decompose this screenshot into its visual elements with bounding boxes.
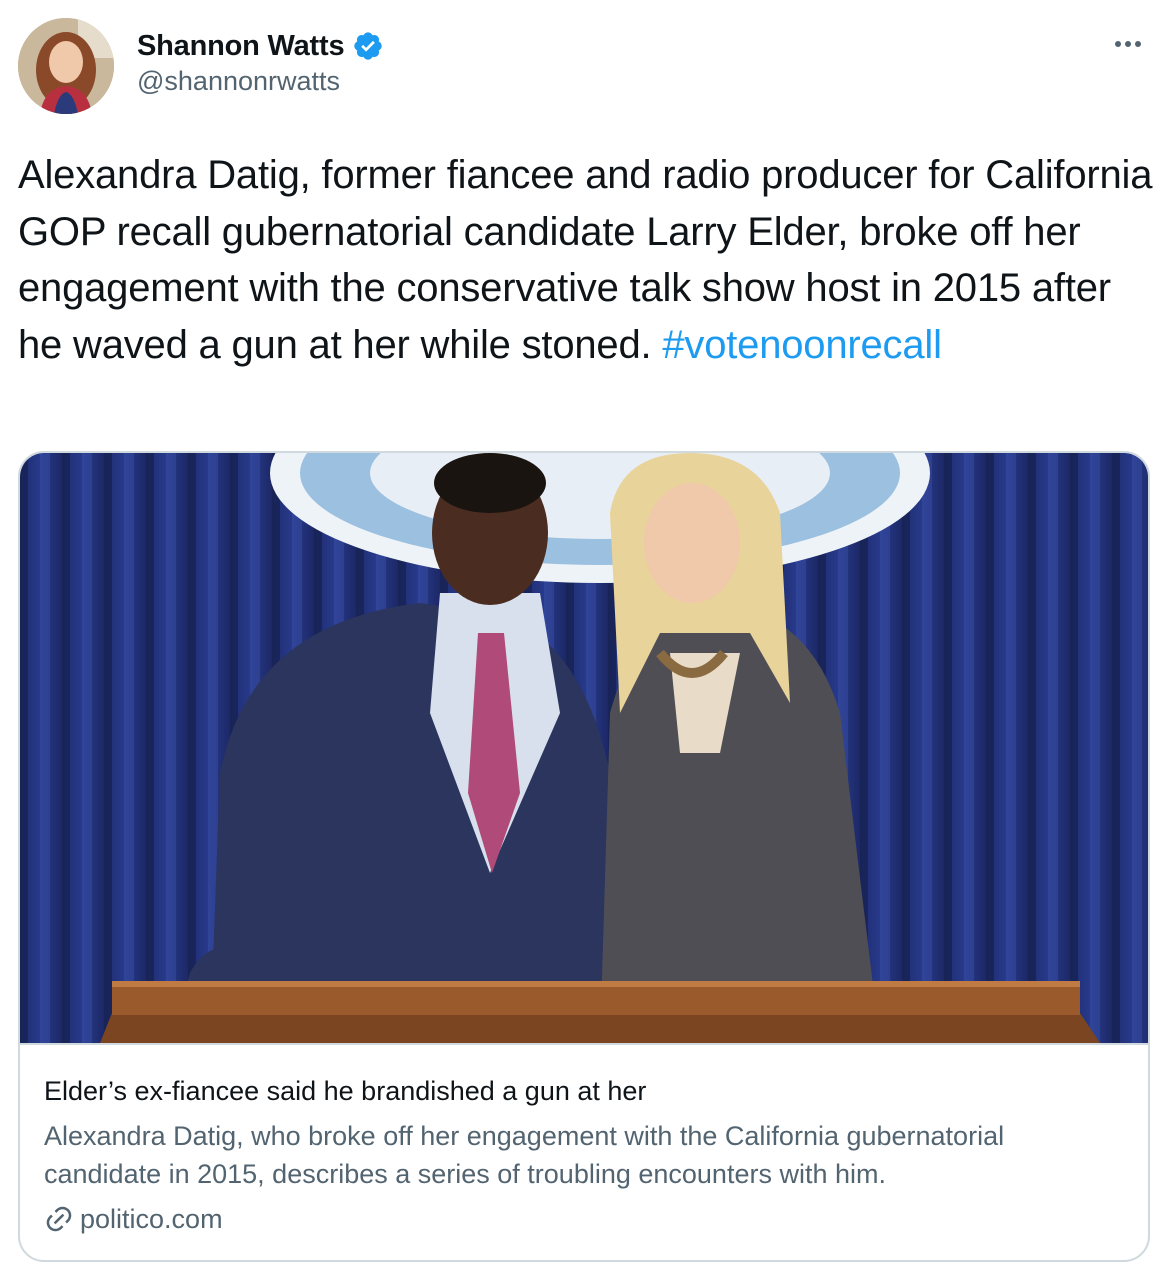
tweet-text: Alexandra Datig, former fiancee and radi… — [18, 147, 1153, 373]
more-options-button[interactable] — [1108, 24, 1148, 64]
tweet: Shannon Watts @shannonrwatts Alexandra D… — [0, 0, 1170, 1284]
link-preview-card[interactable]: Elder’s ex-fiancee said he brandished a … — [18, 451, 1150, 1262]
card-photo — [20, 453, 1148, 1043]
author-avatar[interactable] — [18, 18, 114, 114]
verified-badge-icon — [354, 32, 383, 60]
more-dot-icon — [1135, 41, 1141, 47]
more-dot-icon — [1115, 41, 1121, 47]
author-display-name[interactable]: Shannon Watts — [137, 30, 345, 63]
card-title[interactable]: Elder’s ex-fiancee said he brandished a … — [44, 1073, 1124, 1109]
card-domain[interactable]: politico.com — [80, 1204, 223, 1235]
more-dot-icon — [1125, 41, 1131, 47]
card-image[interactable] — [20, 453, 1148, 1043]
avatar-photo — [18, 18, 114, 114]
author-name-row[interactable]: Shannon Watts — [137, 26, 384, 66]
author-handle[interactable]: @shannonrwatts — [137, 66, 340, 97]
card-description: Alexandra Datig, who broke off her engag… — [44, 1121, 1005, 1189]
card-domain-row[interactable]: politico.com — [44, 1201, 223, 1237]
tweet-body: Alexandra Datig, former fiancee and radi… — [18, 153, 1153, 367]
card-divider — [20, 1043, 1148, 1045]
link-icon — [46, 1206, 72, 1232]
hashtag-link[interactable]: #votenoonrecall — [662, 323, 942, 367]
